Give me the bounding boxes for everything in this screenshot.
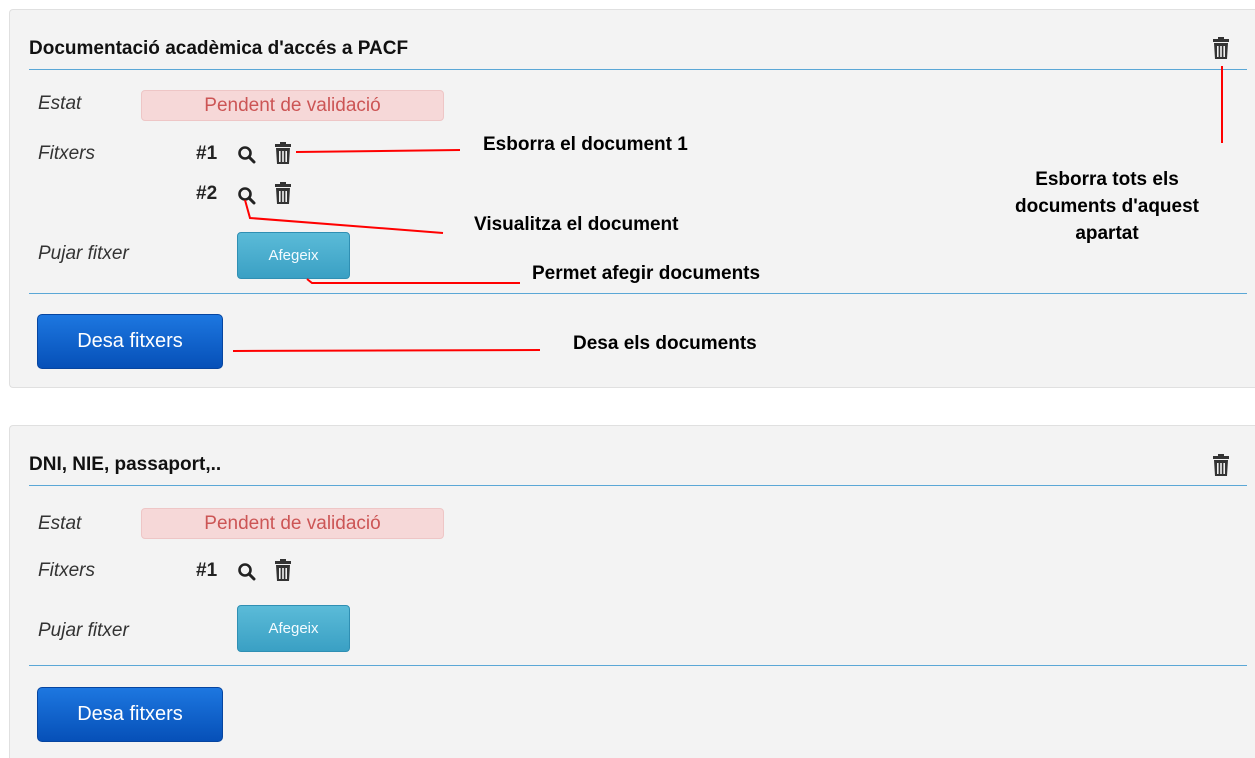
annotation-add-documents: Permet afegir documents: [532, 263, 761, 284]
annotation-delete-all-line: Esborra tots els: [1035, 169, 1179, 190]
status-label: Estat: [38, 513, 82, 534]
delete-all-trash-icon[interactable]: [1211, 454, 1231, 476]
upload-label: Pujar fitxer: [38, 243, 129, 264]
save-files-button[interactable]: Desa fitxers: [37, 687, 223, 742]
annotation-delete-document: Esborra el document 1: [483, 134, 688, 155]
file-number: #1: [196, 560, 218, 581]
annotation-save-documents: Desa els documents: [573, 333, 757, 354]
trash-icon[interactable]: [273, 559, 293, 581]
search-icon[interactable]: [237, 144, 257, 166]
upload-label: Pujar fitxer: [38, 620, 129, 641]
annotation-delete-all-line: documents d'aquest: [1015, 196, 1199, 217]
annotation-view-document: Visualitza el document: [474, 214, 679, 235]
save-files-button[interactable]: Desa fitxers: [37, 314, 223, 369]
delete-all-trash-icon[interactable]: [1211, 37, 1231, 59]
status-label: Estat: [38, 93, 82, 114]
add-file-button[interactable]: Afegeix: [237, 232, 350, 279]
status-badge: Pendent de validació: [141, 508, 444, 539]
divider: [29, 665, 1247, 666]
search-icon[interactable]: [237, 185, 257, 207]
trash-icon[interactable]: [273, 182, 293, 204]
section-title: DNI, NIE, passaport,..: [29, 454, 1247, 486]
annotation-delete-all: Esborra tots els documents d'aquest apar…: [987, 166, 1227, 247]
add-file-button[interactable]: Afegeix: [237, 605, 350, 652]
divider: [29, 293, 1247, 294]
status-badge: Pendent de validació: [141, 90, 444, 121]
files-label: Fitxers: [38, 560, 95, 581]
section-title: Documentació acadèmica d'accés a PACF: [29, 38, 1247, 70]
file-number: #1: [196, 143, 218, 164]
annotation-delete-all-line: apartat: [1075, 223, 1139, 244]
files-label: Fitxers: [38, 143, 95, 164]
file-number: #2: [196, 183, 218, 204]
search-icon[interactable]: [237, 561, 257, 583]
trash-icon[interactable]: [273, 142, 293, 164]
